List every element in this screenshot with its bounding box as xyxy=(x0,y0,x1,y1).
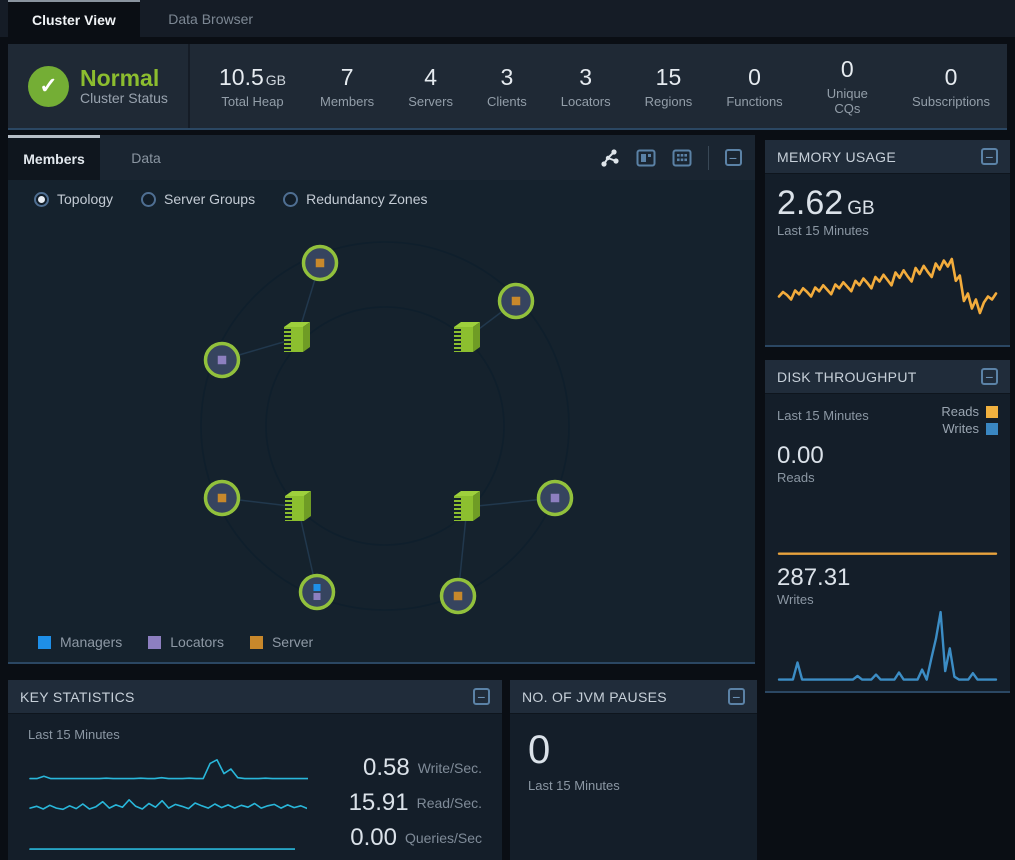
disk-legend: Reads Writes xyxy=(941,404,998,438)
disk-writes-value: 287.31 xyxy=(777,564,998,592)
reads-swatch xyxy=(986,406,998,418)
stat-value: 10.5 xyxy=(219,64,264,90)
status-check-icon: ✓ xyxy=(28,66,69,107)
legend-server: Server xyxy=(250,634,313,650)
disk-writes-chart xyxy=(777,607,998,683)
stat-clients: 3 Clients xyxy=(470,64,544,109)
memory-usage-panel: MEMORY USAGE − 2.62GB Last 15 Minutes xyxy=(765,140,1010,347)
stat-functions: 0 Functions xyxy=(709,64,799,109)
topology-legend: Managers Locators Server xyxy=(38,634,313,650)
tab-data[interactable]: Data xyxy=(100,135,192,180)
memory-usage-value: 2.62GB xyxy=(777,184,998,223)
radio-redundancy-zones[interactable]: Redundancy Zones xyxy=(283,191,427,207)
legend-reads: Reads xyxy=(941,404,998,419)
write-sec-sparkline xyxy=(28,754,308,782)
managers-swatch xyxy=(38,636,51,649)
radio-label: Topology xyxy=(57,191,113,207)
memory-window-label: Last 15 Minutes xyxy=(777,223,998,238)
radio-dot xyxy=(34,192,49,207)
jvm-pauses-title: NO. OF JVM PAUSES xyxy=(522,689,667,705)
memory-usage-title: MEMORY USAGE xyxy=(777,149,896,165)
jvm-pauses-panel: NO. OF JVM PAUSES − 0 Last 15 Minutes xyxy=(510,680,757,860)
write-sec-label: Write/Sec. xyxy=(418,760,482,776)
tab-data-browser[interactable]: Data Browser xyxy=(144,0,277,37)
grid-detail-view-icon[interactable] xyxy=(632,144,660,172)
collapse-members-panel-button[interactable]: − xyxy=(719,144,747,172)
cluster-status: ✓ Normal Cluster Status xyxy=(8,44,190,128)
cluster-stats: 10.5GB Total Heap 7 Members 4 Servers 3 … xyxy=(190,44,1007,128)
stat-label: Total Heap xyxy=(219,94,286,109)
legend-locators: Locators xyxy=(148,634,224,650)
cluster-status-label: Cluster Status xyxy=(80,90,168,106)
radio-label: Server Groups xyxy=(164,191,255,207)
key-statistics-panel: KEY STATISTICS − Last 15 Minutes 0.58 Wr… xyxy=(8,680,502,860)
topology-view-icon[interactable] xyxy=(596,144,624,172)
minus-icon: − xyxy=(725,149,742,166)
radio-topology[interactable]: Topology xyxy=(34,191,113,207)
cluster-status-header: ✓ Normal Cluster Status 10.5GB Total Hea… xyxy=(8,44,1007,130)
key-stats-window-label: Last 15 Minutes xyxy=(28,727,482,742)
toolbar-divider xyxy=(708,146,709,170)
disk-reads-label: Reads xyxy=(777,470,998,485)
queries-sec-value: 0.00 xyxy=(309,824,397,852)
stat-unit: GB xyxy=(266,72,286,88)
radio-label: Redundancy Zones xyxy=(306,191,427,207)
disk-throughput-title: DISK THROUGHPUT xyxy=(777,369,917,385)
stat-locators: 3 Locators xyxy=(544,64,628,109)
writes-swatch xyxy=(986,423,998,435)
jvm-pauses-value: 0 xyxy=(528,730,739,770)
read-sec-label: Read/Sec. xyxy=(417,795,482,811)
disk-reads-chart xyxy=(777,485,998,557)
server-swatch xyxy=(250,636,263,649)
key-statistics-title: KEY STATISTICS xyxy=(20,689,135,705)
read-sec-sparkline xyxy=(28,789,307,817)
write-sec-value: 0.58 xyxy=(322,754,410,782)
collapse-disk-button[interactable]: − xyxy=(981,368,998,385)
disk-throughput-panel: DISK THROUGHPUT − Last 15 Minutes Reads … xyxy=(765,360,1010,693)
cluster-status-value: Normal xyxy=(80,66,168,90)
tab-members[interactable]: Members xyxy=(8,135,100,180)
stat-total-heap: 10.5GB Total Heap xyxy=(202,64,303,109)
stat-unique-cqs: 0 Unique CQs xyxy=(800,56,895,116)
queries-sec-label: Queries/Sec xyxy=(405,830,482,846)
stat-row-queries-sec: 0.00 Queries/Sec xyxy=(28,824,482,852)
radio-dot xyxy=(283,192,298,207)
stat-row-write-sec: 0.58 Write/Sec. xyxy=(28,754,482,782)
topology-view-options: Topology Server Groups Redundancy Zones xyxy=(8,180,755,218)
legend-writes: Writes xyxy=(941,421,998,436)
stat-servers: 4 Servers xyxy=(391,64,470,109)
collapse-key-stats-button[interactable]: − xyxy=(473,688,490,705)
memory-usage-chart xyxy=(777,244,998,324)
topology-graph[interactable] xyxy=(8,219,755,619)
collapse-memory-button[interactable]: − xyxy=(981,148,998,165)
stat-regions: 15 Regions xyxy=(628,64,710,109)
disk-window-label: Last 15 Minutes xyxy=(777,404,869,423)
top-tab-bar: Cluster View Data Browser xyxy=(0,0,1015,37)
members-panel-tabs: Members Data xyxy=(8,135,755,180)
disk-reads-value: 0.00 xyxy=(777,442,998,470)
jvm-window-label: Last 15 Minutes xyxy=(528,778,739,793)
stat-row-read-sec: 15.91 Read/Sec. xyxy=(28,789,482,817)
pulse-dashboard: Cluster View Data Browser ✓ Normal Clust… xyxy=(0,0,1015,860)
disk-writes-label: Writes xyxy=(777,592,998,607)
stat-subscriptions: 0 Subscriptions xyxy=(895,64,1007,109)
read-sec-value: 15.91 xyxy=(321,789,409,817)
collapse-jvm-button[interactable]: − xyxy=(728,688,745,705)
locators-swatch xyxy=(148,636,161,649)
members-panel: Members Data xyxy=(8,135,755,664)
stat-members: 7 Members xyxy=(303,64,391,109)
legend-managers: Managers xyxy=(38,634,122,650)
grid-treemap-view-icon[interactable] xyxy=(668,144,696,172)
queries-sec-sparkline xyxy=(28,824,295,852)
radio-dot xyxy=(141,192,156,207)
tab-cluster-view[interactable]: Cluster View xyxy=(8,0,140,37)
radio-server-groups[interactable]: Server Groups xyxy=(141,191,255,207)
